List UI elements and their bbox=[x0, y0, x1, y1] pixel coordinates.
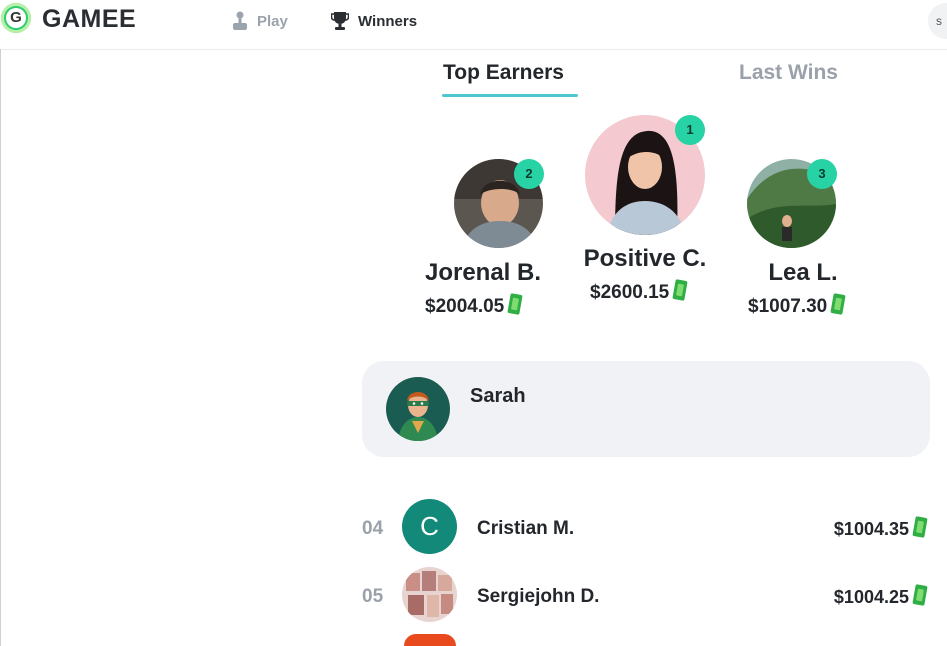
user-collage-photo-icon bbox=[402, 567, 457, 622]
podium-amount-2-value: $2004.05 bbox=[425, 296, 505, 317]
superhero-avatar-icon bbox=[386, 377, 450, 441]
podium-amount-3: $1007.30 bbox=[748, 293, 846, 321]
list-amount: $1004.35 bbox=[834, 516, 928, 543]
list-name[interactable]: Cristian M. bbox=[477, 518, 574, 540]
search-partial-text: s bbox=[936, 14, 942, 28]
cash-icon bbox=[507, 293, 523, 321]
tab-last-wins[interactable]: Last Wins bbox=[739, 61, 838, 85]
list-amount-value: $1004.25 bbox=[833, 587, 909, 607]
cash-icon bbox=[672, 279, 688, 307]
list-name[interactable]: Sergiejohn D. bbox=[477, 586, 599, 608]
cash-icon bbox=[830, 293, 846, 321]
gamee-logo[interactable]: G bbox=[1, 3, 31, 33]
list-avatar[interactable] bbox=[402, 567, 457, 622]
page-divider bbox=[0, 49, 1, 646]
cash-icon bbox=[912, 516, 928, 543]
podium-amount-1: $2600.15 bbox=[590, 279, 688, 307]
nav-winners[interactable]: Winners bbox=[331, 10, 417, 32]
podium-name-3: Lea L. bbox=[768, 259, 838, 286]
brand-name[interactable]: GAMEE bbox=[42, 5, 136, 34]
current-user-name: Sarah bbox=[470, 385, 526, 407]
podium-amount-1-value: $2600.15 bbox=[590, 282, 670, 303]
nav-winners-label: Winners bbox=[358, 12, 418, 30]
podium-name-1: Positive C. bbox=[583, 245, 707, 272]
joystick-icon bbox=[233, 11, 247, 30]
list-rank: 05 bbox=[362, 586, 384, 607]
nav-play-label: Play bbox=[257, 12, 288, 30]
search-field[interactable]: s bbox=[928, 3, 947, 39]
nav-play[interactable]: Play bbox=[232, 10, 288, 32]
rank-badge-3: 3 bbox=[807, 159, 837, 189]
current-user-avatar[interactable] bbox=[386, 377, 450, 441]
rank-badge-1: 1 bbox=[675, 115, 705, 145]
list-avatar-partial[interactable] bbox=[404, 634, 456, 646]
podium-amount-2: $2004.05 bbox=[425, 293, 523, 321]
list-avatar[interactable]: C bbox=[402, 499, 457, 554]
cash-icon bbox=[912, 584, 928, 611]
list-amount-value: $1004.35 bbox=[833, 519, 909, 539]
tab-top-earners[interactable]: Top Earners bbox=[443, 61, 564, 85]
podium-name-2: Jorenal B. bbox=[424, 259, 542, 286]
podium-amount-3-value: $1007.30 bbox=[748, 296, 828, 317]
list-amount: $1004.25 bbox=[834, 584, 928, 611]
active-tab-indicator bbox=[442, 94, 578, 97]
rank-badge-2: 2 bbox=[514, 159, 544, 189]
list-rank: 04 bbox=[362, 518, 384, 539]
top-navigation-bar: G GAMEE Play Winners s bbox=[0, 0, 947, 50]
logo-letter: G bbox=[6, 8, 26, 28]
trophy-icon bbox=[331, 12, 349, 30]
